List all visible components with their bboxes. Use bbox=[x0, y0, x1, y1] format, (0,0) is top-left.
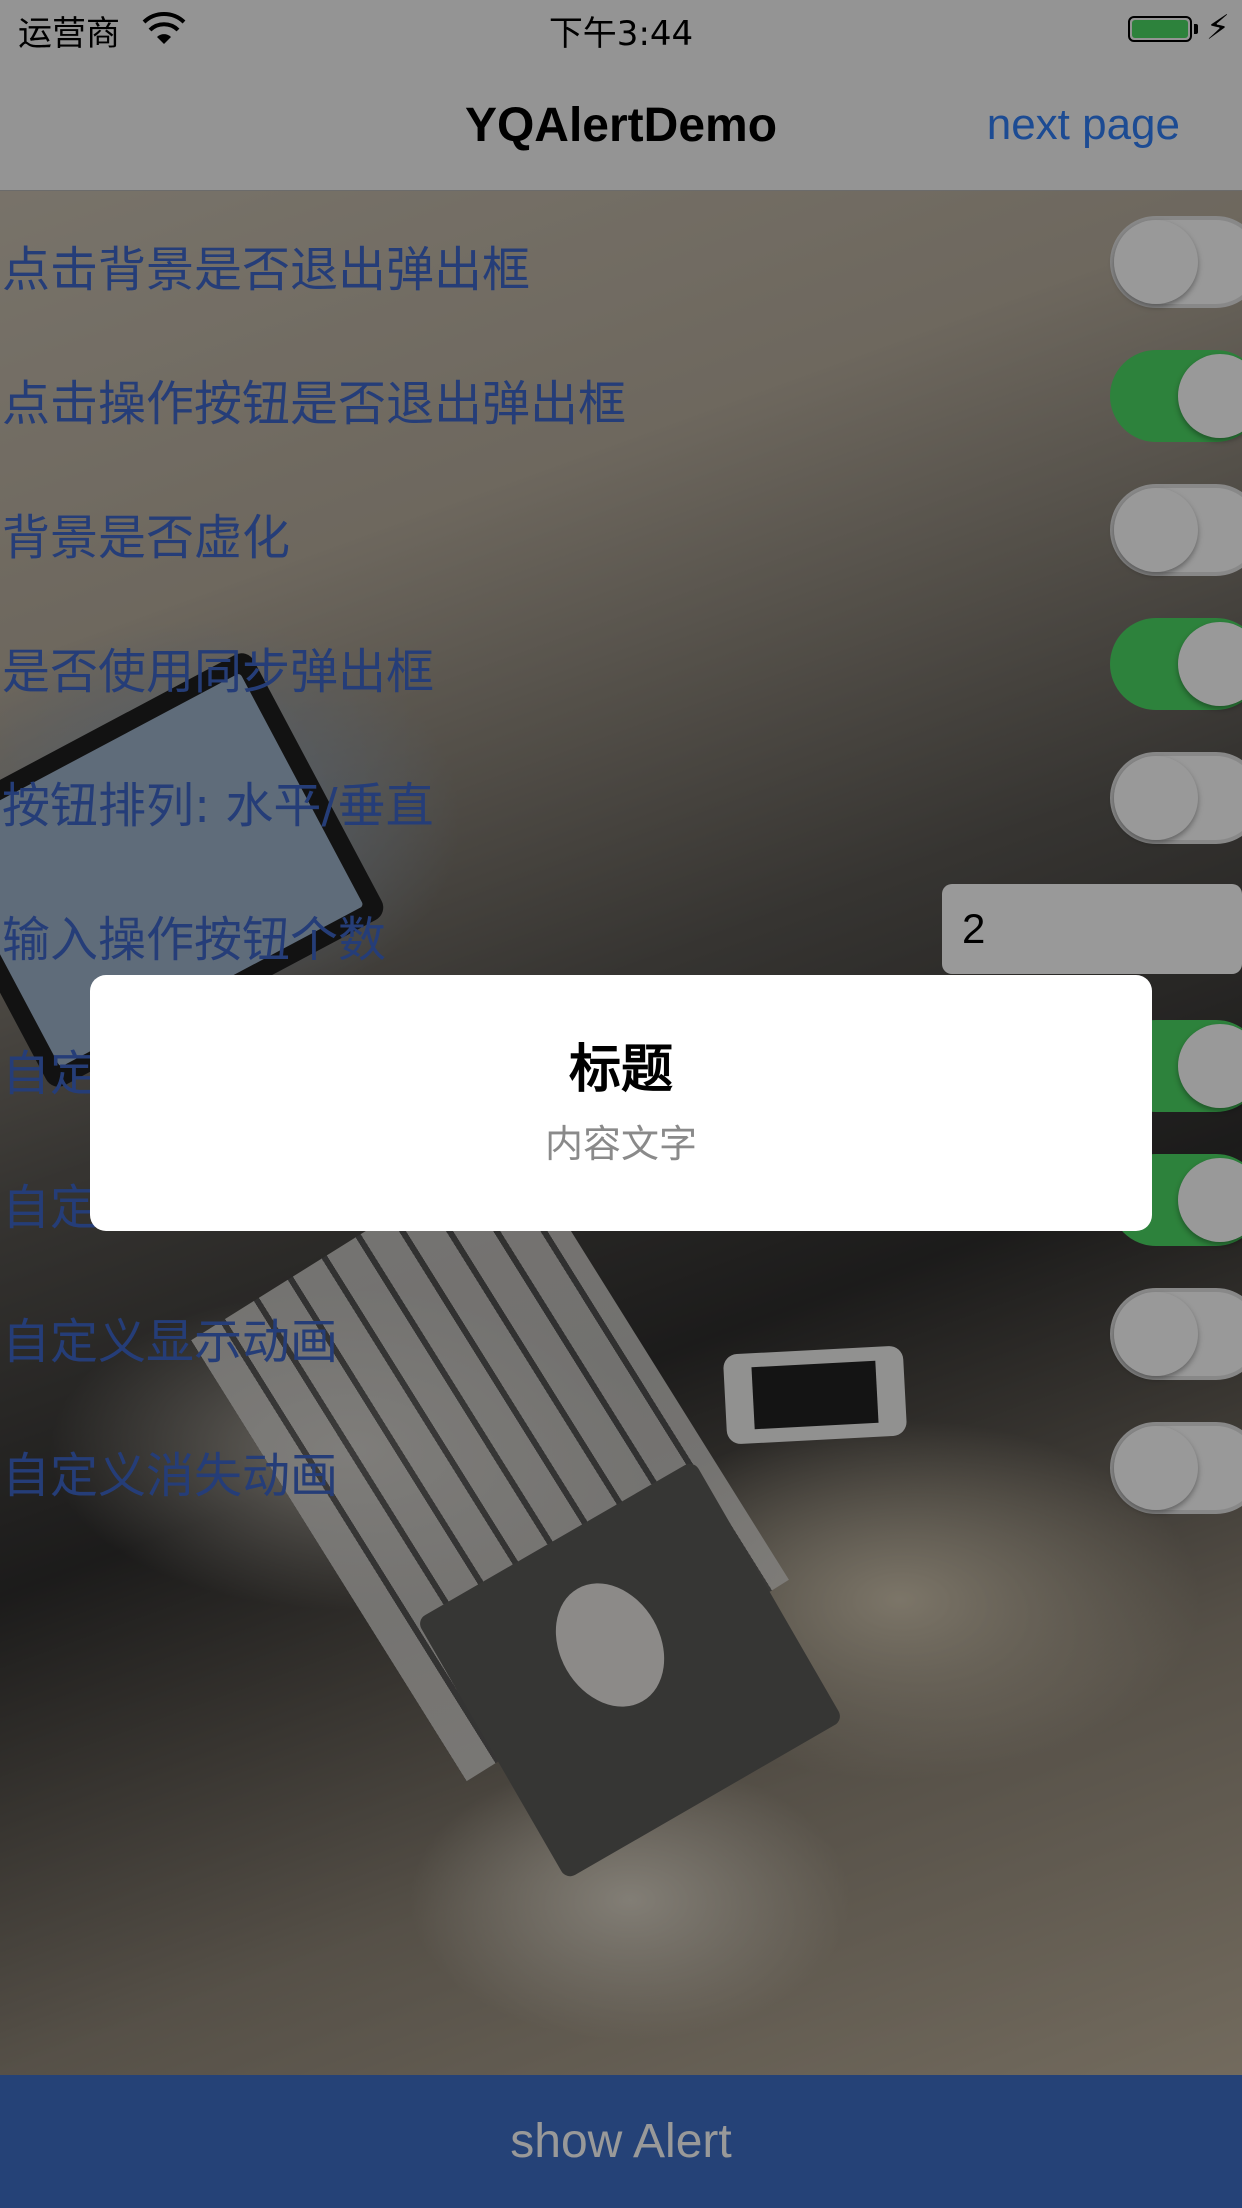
alert-message: 内容文字 bbox=[544, 1122, 697, 1166]
alert-title: 标题 bbox=[568, 1040, 673, 1100]
alert-dialog: 标题 内容文字 bbox=[90, 975, 1152, 1231]
